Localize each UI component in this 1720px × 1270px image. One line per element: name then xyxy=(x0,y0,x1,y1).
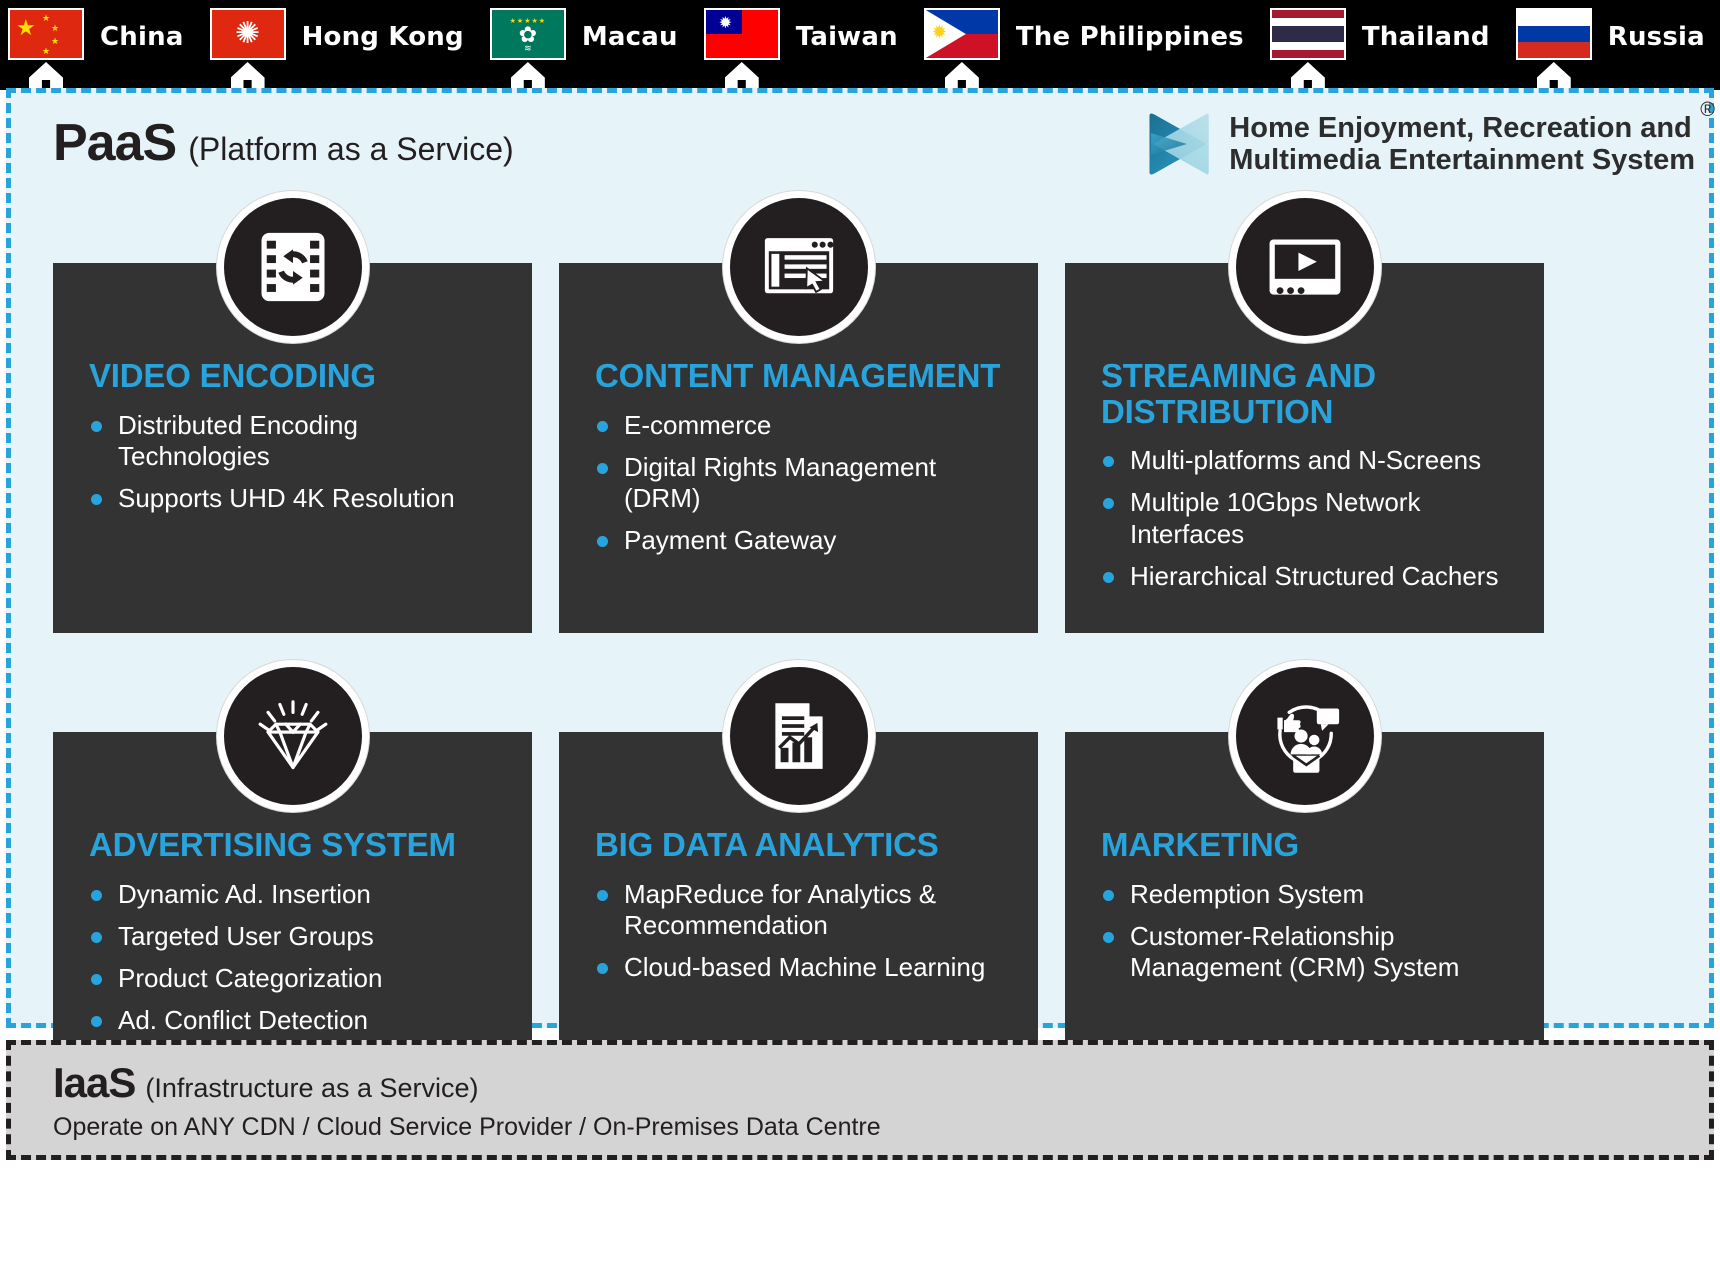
list-item: Product Categorization xyxy=(89,963,512,994)
flag-thailand-icon xyxy=(1269,8,1346,60)
country-item-macau: ★★★★★ ✿ ≋ Macau xyxy=(489,0,704,92)
iaas-description: Operate on ANY CDN / Cloud Service Provi… xyxy=(53,1113,881,1141)
browser-window-cursor-icon xyxy=(722,191,875,343)
service-card-grid: VIDEO ENCODING Distributed Encoding Tech… xyxy=(53,191,1667,1102)
card-title: MARKETING xyxy=(1101,826,1300,863)
card-feature-list: E-commerce Digital Rights Management (DR… xyxy=(595,410,1018,557)
card-title: STREAMING AND DISTRIBUTION xyxy=(1101,357,1376,430)
list-item: Targeted User Groups xyxy=(89,921,512,952)
star-glyph: ★ xyxy=(42,46,51,56)
list-item: E-commerce xyxy=(595,410,1018,441)
diamond-sparkle-icon xyxy=(216,660,369,812)
star-glyph: ★ xyxy=(16,15,36,40)
card-title: VIDEO ENCODING xyxy=(89,357,376,394)
list-item: Ad. Conflict Detection xyxy=(89,1005,512,1036)
country-flag-bar: ★ ★ ★ ★ ★ China ✺ Hong Kong ★★★★★ ✿ ≋ Ma… xyxy=(0,0,1720,92)
waves-glyph: ≋ xyxy=(524,42,532,53)
flag-wrap: ✹ xyxy=(923,8,1000,92)
flag-wrap xyxy=(1515,8,1592,92)
sun-glyph: ✹ xyxy=(718,15,733,32)
card-title: CONTENT MANAGEMENT xyxy=(595,357,1001,394)
country-label: China xyxy=(100,22,184,52)
bauhinia-glyph: ✺ xyxy=(234,17,261,50)
flag-wrap: ✹ xyxy=(703,8,780,92)
paas-panel: PaaS (Platform as a Service) Home Enjoym… xyxy=(6,88,1715,1102)
flag-wrap: ★ ★ ★ ★ ★ xyxy=(8,8,84,92)
film-sync-icon xyxy=(216,191,369,343)
brand-line-2: Multimedia Entertainment System xyxy=(1229,144,1695,176)
iaas-panel: IaaS (Infrastructure as a Service) Opera… xyxy=(6,1040,1714,1160)
card-video-encoding[interactable]: VIDEO ENCODING Distributed Encoding Tech… xyxy=(53,191,532,633)
flag-wrap: ★★★★★ ✿ ≋ xyxy=(489,8,566,92)
list-item: Dynamic Ad. Insertion xyxy=(89,879,512,910)
country-item-russia: Russia xyxy=(1515,0,1720,92)
lotus-glyph: ✿ xyxy=(518,21,538,47)
flag-taiwan-icon: ✹ xyxy=(703,8,780,60)
country-item-philippines: ✹ The Philippines xyxy=(923,0,1270,92)
flag-russia-icon xyxy=(1515,8,1592,60)
country-item-taiwan: ✹ Taiwan xyxy=(703,0,924,92)
list-item: Redemption System xyxy=(1101,879,1524,910)
country-label: Russia xyxy=(1607,22,1705,52)
card-title: BIG DATA ANALYTICS xyxy=(595,826,939,863)
card-content-management[interactable]: CONTENT MANAGEMENT E-commerce Digital Ri… xyxy=(559,191,1038,633)
registered-mark-icon: ® xyxy=(1700,98,1715,121)
country-item-thailand: Thailand xyxy=(1269,0,1516,92)
brand-lockup: Home Enjoyment, Recreation and Multimedi… xyxy=(1137,99,1715,183)
flag-wrap: ✺ xyxy=(209,8,286,92)
play-arrow-logo-icon xyxy=(1149,113,1210,175)
star-glyph: ★ xyxy=(42,13,51,23)
star-glyph: ★ xyxy=(51,23,60,33)
paas-title: PaaS (Platform as a Service) xyxy=(53,113,514,173)
crm-engagement-icon xyxy=(1228,660,1381,812)
star-glyph: ★ xyxy=(51,36,60,46)
list-item: Cloud-based Machine Learning xyxy=(595,952,1018,983)
card-title: ADVERTISING SYSTEM xyxy=(89,826,456,863)
country-label: The Philippines xyxy=(1015,22,1244,52)
list-item: Customer-Relationship Management (CRM) S… xyxy=(1101,921,1524,983)
country-label: Macau xyxy=(581,22,678,52)
list-item: Multi-platforms and N-Screens xyxy=(1101,445,1524,476)
card-feature-list: Dynamic Ad. Insertion Targeted User Grou… xyxy=(89,879,512,1037)
country-item-china: ★ ★ ★ ★ ★ China xyxy=(8,0,210,92)
country-label: Thailand xyxy=(1361,22,1490,52)
brand-name: Home Enjoyment, Recreation and Multimedi… xyxy=(1229,99,1715,177)
iaas-title-main: IaaS xyxy=(53,1059,136,1106)
infographic-page: ★ ★ ★ ★ ★ China ✺ Hong Kong ★★★★★ ✿ ≋ Ma… xyxy=(0,0,1720,1270)
list-item: Digital Rights Management (DRM) xyxy=(595,452,1018,514)
card-streaming-distribution[interactable]: STREAMING AND DISTRIBUTION Multi-platfor… xyxy=(1065,191,1544,633)
paas-title-main: PaaS xyxy=(53,114,177,172)
iaas-title-sub: (Infrastructure as a Service) xyxy=(145,1073,479,1103)
country-item-hong-kong: ✺ Hong Kong xyxy=(209,0,490,92)
list-item: Payment Gateway xyxy=(595,525,1018,556)
list-item: Distributed Encoding Technologies xyxy=(89,410,512,472)
sun-glyph: ✹ xyxy=(931,22,947,42)
country-label: Hong Kong xyxy=(301,22,464,52)
flag-philippines-icon: ✹ xyxy=(923,8,1000,60)
card-feature-list: Distributed Encoding Technologies Suppor… xyxy=(89,410,512,515)
flag-macau-icon: ★★★★★ ✿ ≋ xyxy=(489,8,566,60)
video-player-play-icon xyxy=(1228,191,1381,343)
paas-header: PaaS (Platform as a Service) Home Enjoym… xyxy=(11,93,1715,188)
flag-wrap xyxy=(1269,8,1346,92)
list-item: Supports UHD 4K Resolution xyxy=(89,483,512,514)
list-item: MapReduce for Analytics & Recommendation xyxy=(595,879,1018,941)
flag-hong-kong-icon: ✺ xyxy=(209,8,286,60)
card-feature-list: Multi-platforms and N-Screens Multiple 1… xyxy=(1101,445,1524,592)
document-bar-chart-icon xyxy=(722,660,875,812)
iaas-title: IaaS (Infrastructure as a Service) xyxy=(53,1059,1709,1107)
brand-line-1: Home Enjoyment, Recreation and xyxy=(1229,111,1692,144)
list-item: Multiple 10Gbps Network Interfaces xyxy=(1101,487,1524,549)
country-label: Taiwan xyxy=(795,22,898,52)
flag-china-icon: ★ ★ ★ ★ ★ xyxy=(8,8,84,60)
paas-title-sub: (Platform as a Service) xyxy=(188,131,514,167)
card-feature-list: MapReduce for Analytics & Recommendation… xyxy=(595,879,1018,984)
card-feature-list: Redemption System Customer-Relationship … xyxy=(1101,879,1524,984)
list-item: Hierarchical Structured Cachers xyxy=(1101,561,1524,592)
